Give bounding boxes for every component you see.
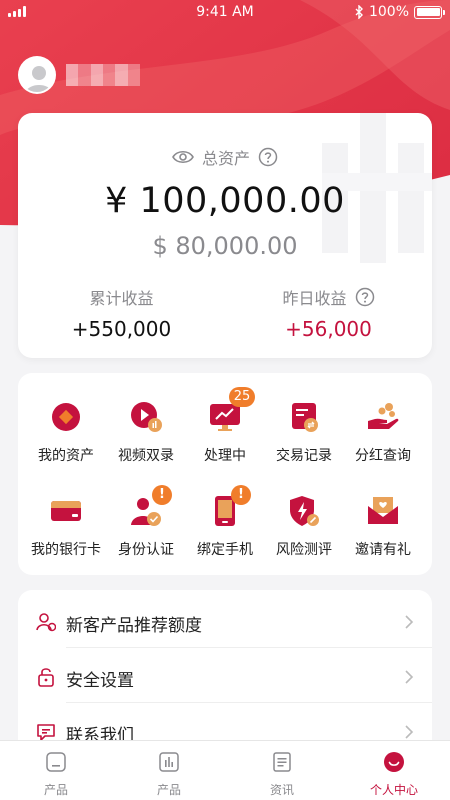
user-quota-icon [36,613,56,632]
status-bar: 9:41 AM 100% [0,0,450,24]
chevron-right-icon [405,670,414,684]
transaction-records-icon [286,399,322,435]
processing-count-badge: 25 [229,387,255,407]
service-dividend-query[interactable]: 分红查询 [342,399,424,465]
processing-icon: 25 [207,387,255,435]
battery-percent: 100% [368,4,409,20]
invite-gift-icon [365,493,401,529]
help-icon[interactable] [258,147,278,167]
service-bank-card[interactable]: 我的银行卡 [25,493,107,559]
profile-icon [384,752,404,772]
lock-icon [38,668,54,687]
yesterday-profit-label: 昨日收益 [282,289,347,308]
avatar[interactable] [18,56,56,94]
cumulative-profit-value: +550,000 [71,317,172,341]
total-assets-label: 总资产 [201,149,250,168]
yesterday-profit: 昨日收益 +56,000 [225,285,432,341]
my-assets-icon [48,399,84,435]
service-risk-assessment[interactable]: 风险测评 [263,493,345,559]
service-transaction-records[interactable]: 交易记录 [263,399,345,465]
bank-card-icon [48,493,84,529]
chevron-right-icon [405,725,414,739]
chat-icon [37,724,55,741]
tab-home[interactable]: 产品 [0,741,112,800]
menu-item-security-settings[interactable]: 安全设置 [18,648,432,703]
identity-verification-icon: ! [128,485,172,529]
service-video-record[interactable]: 视频双录 [105,399,187,465]
eye-icon[interactable] [172,150,194,164]
total-assets-cny: ¥ 100,000.00 [105,181,345,221]
bluetooth-icon [355,5,363,19]
username-redacted [66,64,140,86]
alert-badge: ! [231,485,251,505]
service-identity-verification[interactable]: ! 身份认证 [105,485,187,559]
help-icon[interactable] [355,287,375,307]
chevron-right-icon [405,615,414,629]
video-record-icon [128,399,164,435]
dividend-query-icon [365,399,401,435]
services-grid: 我的资产 视频双录 25 处理中 交易记录 分红查询 我的银行卡 ! 身份认证 … [18,373,432,575]
yesterday-profit-value: +56,000 [285,317,372,341]
service-bind-phone[interactable]: ! 绑定手机 [184,485,266,559]
risk-assessment-icon [286,493,322,529]
battery-icon [414,5,445,19]
cumulative-profit: 累计收益 +550,000 [18,285,225,341]
alert-badge: ! [152,485,172,505]
news-icon [273,752,291,772]
tab-news[interactable]: 资讯 [226,741,338,800]
menu-item-new-customer-quota[interactable]: 新客产品推荐额度 [18,593,432,648]
home-icon [46,752,66,772]
asset-summary-card: 总资产 ¥ 100,000.00 $ 80,000.00 累计收益 +550,0… [18,113,432,358]
total-assets-usd: $ 80,000.00 [152,232,298,260]
tab-profile[interactable]: 个人中心 [338,741,450,800]
cumulative-profit-label: 累计收益 [89,289,154,308]
chart-icon [159,752,179,772]
bind-phone-icon: ! [207,485,251,529]
tab-products[interactable]: 产品 [113,741,225,800]
service-invite-gift[interactable]: 邀请有礼 [342,493,424,559]
bottom-tab-bar: 产品 产品 资讯 个人中心 [0,740,450,800]
service-my-assets[interactable]: 我的资产 [25,399,107,465]
service-processing[interactable]: 25 处理中 [184,387,266,465]
